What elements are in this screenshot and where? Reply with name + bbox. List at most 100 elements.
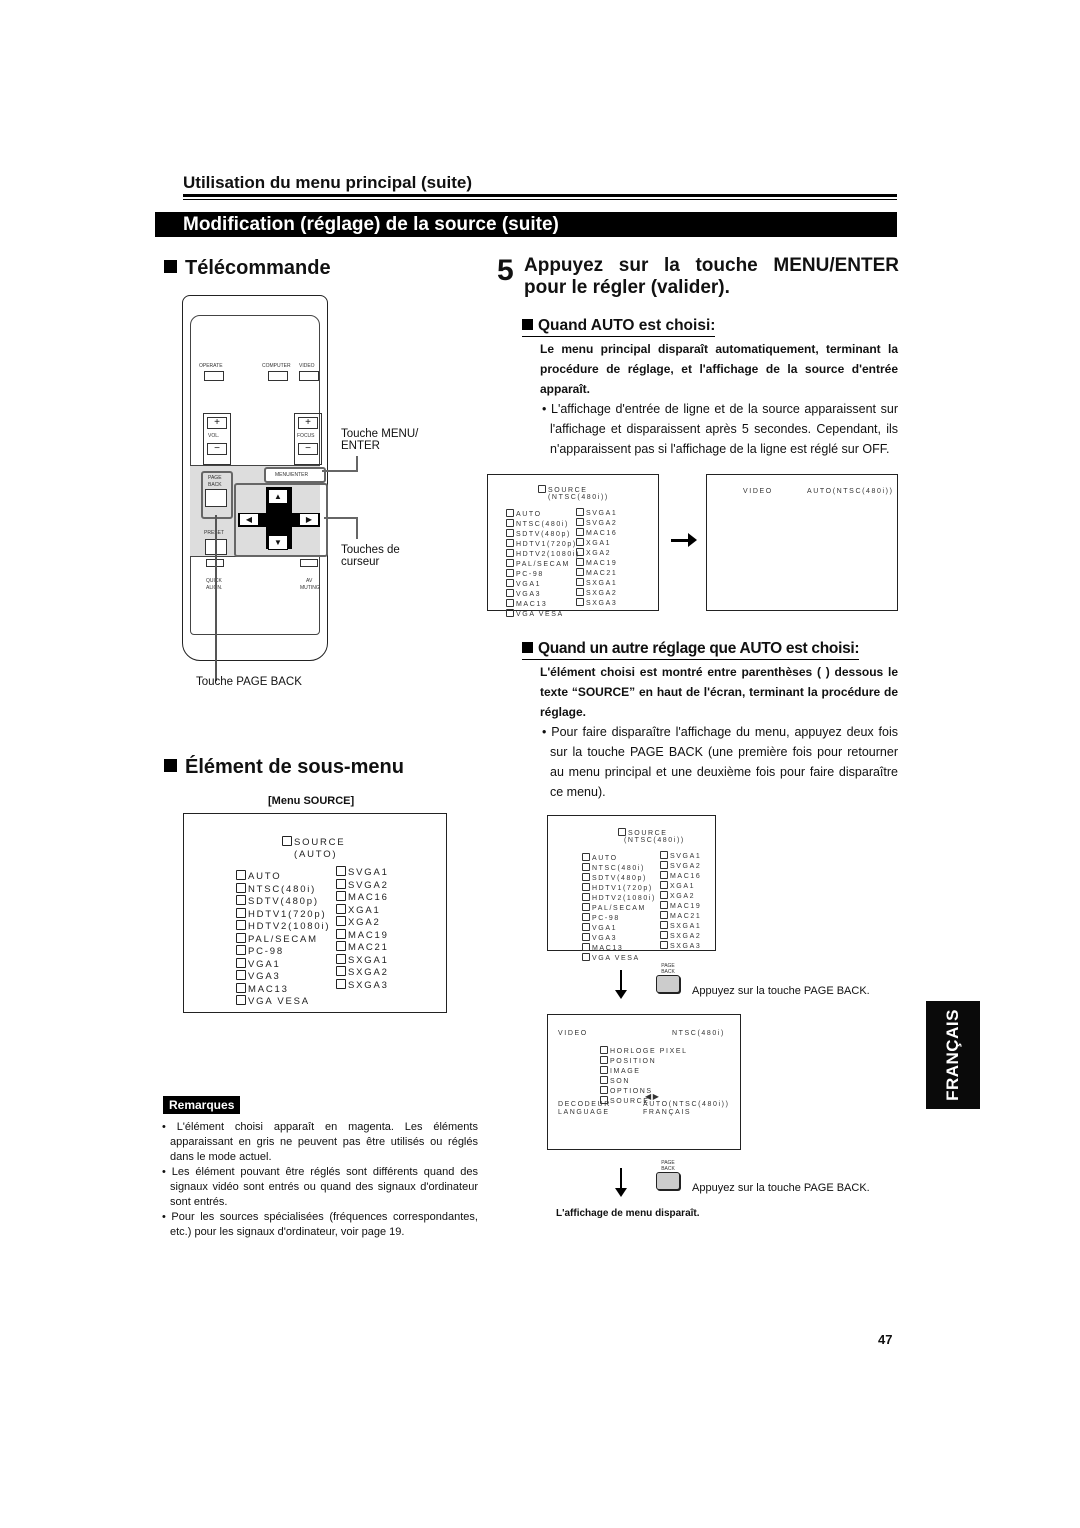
focus-up-button[interactable]: + [298, 417, 318, 429]
osd-menu-item: PC-98 [582, 913, 656, 923]
menu-item-icon [660, 911, 668, 919]
menu-item-icon [576, 558, 584, 566]
page-back-button[interactable] [205, 489, 227, 507]
arrow-down-icon [615, 970, 627, 999]
osd-menu-item: VGA3 [506, 589, 580, 599]
osd-menu-item-label: PAL/SECAM [592, 905, 646, 912]
osd-menu-item: MAC13 [506, 599, 580, 609]
menu-item-icon [600, 1066, 608, 1074]
osd-menu-item: XGA1 [336, 903, 389, 917]
focus-down-button[interactable]: − [298, 443, 318, 455]
osd-menu-item: PC-98 [236, 945, 330, 958]
menu-item-icon [506, 579, 514, 587]
osd-menu-item-label: PAL/SECAM [516, 561, 570, 568]
other-bullet-text: Pour faire disparaître l'affichage du me… [550, 725, 898, 799]
menu-item-icon [600, 1076, 608, 1084]
auto-heading-text: Quand AUTO est choisi: [538, 317, 716, 334]
osd-menu-item-label: VGA VESA [592, 955, 640, 962]
menu-item-icon [236, 982, 246, 993]
osd-menu-item: POSITION [600, 1056, 688, 1066]
osd-menu-item-label: MAC16 [670, 873, 702, 880]
menu-enter-callout-line1: Touche MENU/ [341, 428, 419, 440]
osd-menu-item: NTSC(480i) [582, 863, 656, 873]
page-back-instruction: Appuyez sur la touche PAGE BACK. [692, 985, 870, 997]
other-source-screen: SOURCE (NTSC(480i)) AUTO NTSC(480i) SDTV(4… [547, 815, 716, 962]
osd-menu-item: PC-98 [506, 569, 580, 579]
osd-menu-item-label: IMAGE [610, 1068, 641, 1075]
av-muting-button[interactable] [300, 559, 318, 567]
osd-menu-item: SXGA2 [336, 966, 389, 979]
menu-item-icon [236, 957, 246, 968]
remarques-list: • L'élément choisi apparaît en magenta. … [160, 1120, 478, 1240]
osd-menu-item: XGA1 [660, 881, 701, 891]
language-value: FRANÇAIS [643, 1109, 692, 1116]
osd-menu-item-label: PAL/SECAM [248, 933, 318, 945]
square-bullet-icon [164, 759, 177, 772]
page-back-key-icon: PAGE BACK [656, 1160, 680, 1190]
source-current: (NTSC(480i)) [624, 837, 685, 844]
osd-menu-item: SXGA3 [336, 978, 389, 992]
menu-item-icon [336, 978, 346, 989]
cursor-down-button[interactable]: ▼ [268, 535, 288, 550]
menu-item-icon [600, 1046, 608, 1054]
osd-menu-item: PAL/SECAM [506, 559, 580, 569]
vol-label: VOL. [208, 433, 220, 439]
menu-enter-button[interactable]: MENU/ENTER [264, 467, 326, 483]
osd-menu-item: HDTV1(720p) [582, 883, 656, 893]
osd-menu-item: SVGA1 [336, 866, 389, 879]
auto-section: Quand AUTO est choisi: Le menu principal… [522, 317, 898, 459]
remark-item: • Pour les sources spécialisées (fréquen… [162, 1211, 478, 1238]
osd-menu-item-label: MAC19 [348, 929, 389, 941]
cursor-right-button[interactable]: ▶ [300, 514, 318, 525]
computer-button[interactable] [268, 371, 288, 381]
osd-menu-item: XGA1 [576, 538, 617, 548]
osd-menu-item-label: MAC16 [586, 530, 618, 537]
menu-item-icon [236, 870, 246, 880]
remark-text: L'élément choisi apparaît en magenta. Le… [170, 1121, 478, 1163]
video-button[interactable] [299, 371, 319, 381]
other-section: Quand un autre réglage que AUTO est choi… [522, 640, 898, 802]
menu-item-icon [336, 953, 346, 964]
vol-down-button[interactable]: − [207, 443, 227, 455]
remarques-label: Remarques [163, 1096, 241, 1114]
operate-button[interactable] [204, 371, 224, 381]
osd-menu-item: PAL/SECAM [236, 932, 330, 946]
osd-menu-item: IMAGE [600, 1066, 688, 1076]
osd-menu-item-label: SXGA1 [670, 923, 702, 930]
operate-label: OPERATE [199, 363, 223, 369]
osd-menu-item: SVGA2 [336, 878, 389, 892]
menu-enter-callout-line2: ENTER [341, 440, 380, 452]
page-label: PAGE [208, 475, 222, 481]
osd-menu-item: HDTV2(1080i) [582, 893, 656, 903]
menu-item-icon [582, 853, 590, 861]
osd-menu-item-label: HDTV2(1080i) [516, 551, 580, 558]
menu-enter-callout-line-v [356, 456, 358, 472]
osd-menu-item-label: VGA1 [248, 958, 281, 970]
source-list-col1: AUTO NTSC(480i) SDTV(480p) HDTV1(720p) HDTV2… [582, 853, 656, 963]
osd-menu-item-label: NTSC(480i) [248, 883, 317, 895]
osd-menu-item-label: SVGA1 [586, 510, 618, 517]
osd-menu-item-label: AUTO [592, 855, 618, 862]
vol-up-button[interactable]: + [207, 417, 227, 429]
cursor-callout-line1: Touches de [341, 544, 400, 556]
menu-item-icon [660, 941, 668, 949]
osd-menu-item: HDTV1(720p) [506, 539, 580, 549]
osd-menu-item: SDTV(480p) [582, 873, 656, 883]
menu-item-icon [660, 851, 668, 859]
menu-item-icon [506, 509, 514, 517]
cursor-up-button[interactable]: ▲ [268, 489, 288, 504]
auto-source-screen: SOURCE (NTSC(480i)) AUTO NTSC(480i) SDTV(4… [487, 474, 659, 618]
cursor-left-button[interactable]: ◀ [240, 514, 258, 525]
osd-menu-item: HDTV2(1080i) [506, 549, 580, 559]
menu-item-icon [336, 916, 346, 926]
osd-menu-item-label: SXGA3 [348, 979, 389, 991]
osd-menu-item-label: PC-98 [516, 571, 544, 578]
menu-item-icon [236, 995, 246, 1005]
osd-menu-item: VGA1 [582, 923, 656, 933]
menu-item-icon [336, 941, 346, 951]
menu-item-icon [282, 836, 292, 846]
osd-menu-item: MAC21 [336, 941, 389, 954]
osd-menu-item: NTSC(480i) [236, 882, 330, 896]
menu-item-icon [506, 529, 514, 537]
source-label: AUTO(NTSC(480i)) [807, 488, 894, 495]
